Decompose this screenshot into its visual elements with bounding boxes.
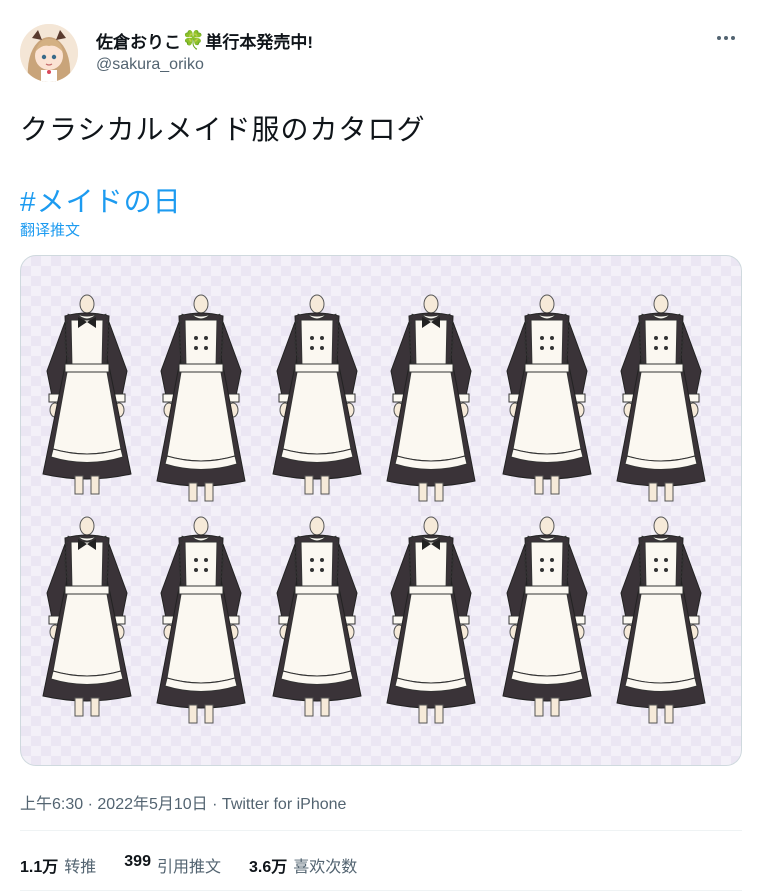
quotes-label: 引用推文	[156, 859, 221, 876]
maid-dress-catalog-illustration	[42, 294, 706, 724]
tweet-meta: 上午6:30 · 2022年5月10日 · Twitter for iPhone	[20, 790, 346, 814]
divider	[20, 830, 742, 831]
maid-dress-figure	[272, 294, 362, 495]
hashtag-link[interactable]: #メイドの日	[20, 180, 182, 220]
maid-dress-figure	[156, 516, 246, 724]
tweet-date[interactable]: 2022年5月10日	[97, 796, 207, 813]
tweet-stats: 1.1万 转推 399 引用推文 3.6万 喜欢次数	[20, 853, 357, 877]
maid-dress-figure	[616, 294, 706, 502]
tweet-text: クラシカルメイド服のカタログ	[20, 114, 426, 145]
display-name-prefix: 佐倉おりこ	[96, 33, 181, 52]
more-options-icon[interactable]	[715, 27, 737, 55]
maid-dress-figure	[616, 516, 706, 724]
tweet-time[interactable]: 上午6:30	[20, 796, 83, 813]
maid-dress-figure	[386, 516, 476, 724]
meta-separator: ·	[212, 796, 218, 813]
maid-dress-figure	[502, 294, 592, 495]
likes-stat[interactable]: 3.6万 喜欢次数	[249, 853, 357, 877]
maid-dress-figure	[42, 294, 132, 495]
clover-icon: 🍀	[182, 30, 205, 50]
translate-tweet-link[interactable]: 翻译推文	[20, 219, 80, 240]
user-handle[interactable]: @sakura_oriko	[96, 56, 204, 74]
maid-dress-figure	[272, 516, 362, 717]
quotes-count: 399	[124, 853, 151, 870]
quotes-stat[interactable]: 399 引用推文	[124, 853, 221, 877]
maid-dress-figure	[42, 516, 132, 717]
more-options-icon-glyph	[717, 36, 735, 40]
retweets-label: 转推	[64, 859, 97, 876]
likes-label: 喜欢次数	[293, 859, 358, 876]
avatar-illustration	[20, 24, 78, 82]
retweets-stat[interactable]: 1.1万 转推	[20, 853, 96, 877]
likes-count: 3.6万	[248, 859, 288, 876]
meta-separator: ·	[87, 796, 93, 813]
maid-dress-figure	[502, 516, 592, 717]
tweet-source[interactable]: Twitter for iPhone	[222, 796, 347, 813]
maid-dress-figure	[386, 294, 476, 502]
display-name-suffix: 単行本発売中!	[205, 33, 314, 52]
display-name[interactable]: 佐倉おりこ 🍀 単行本発売中!	[96, 28, 313, 53]
tweet-image[interactable]	[20, 255, 742, 766]
avatar[interactable]	[20, 24, 78, 82]
maid-dress-figure	[156, 294, 246, 502]
retweets-count: 1.1万	[20, 859, 59, 876]
